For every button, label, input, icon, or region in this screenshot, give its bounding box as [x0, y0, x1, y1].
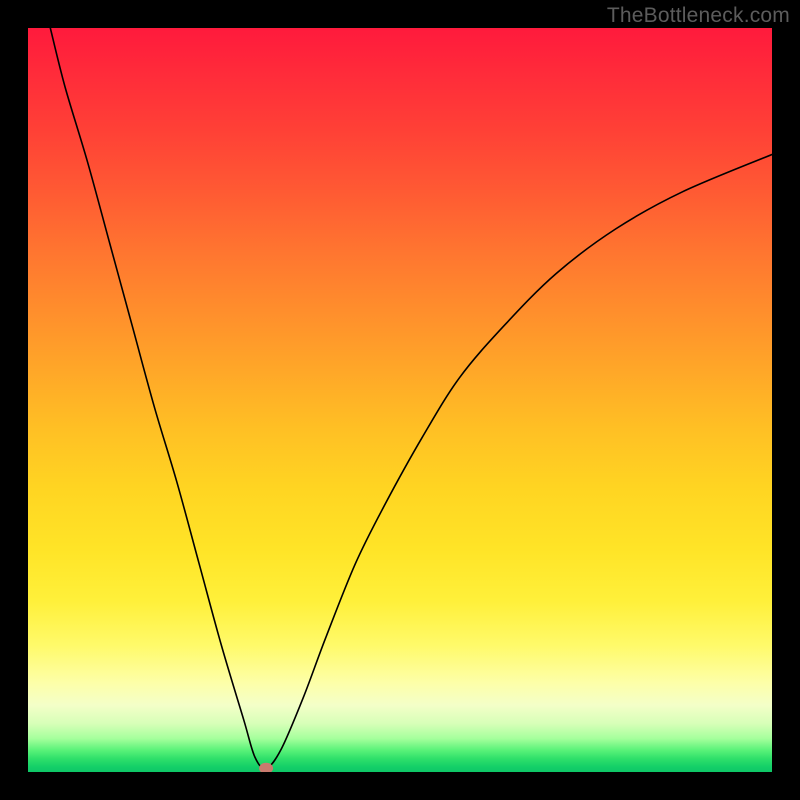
curve-svg [28, 28, 772, 772]
attribution-label: TheBottleneck.com [607, 4, 790, 28]
chart-frame: TheBottleneck.com [0, 0, 800, 800]
plot-area [28, 28, 772, 772]
bottleneck-curve [50, 28, 772, 768]
